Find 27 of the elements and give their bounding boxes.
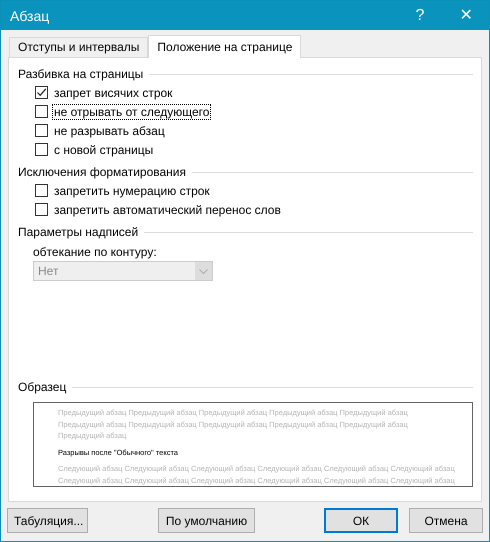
section-title: Исключения форматирования xyxy=(18,165,186,179)
checkbox-label[interactable]: с новой страницы xyxy=(52,142,156,158)
window-title: Абзац xyxy=(9,8,50,24)
checkbox[interactable] xyxy=(35,143,48,156)
help-button[interactable]: ? xyxy=(397,1,443,30)
tab[interactable]: Положение на странице xyxy=(148,35,302,58)
checkbox-label[interactable]: запретить автоматический перенос слов xyxy=(52,202,283,218)
dialog-button[interactable]: По умолчанию xyxy=(158,508,255,533)
checkbox[interactable] xyxy=(35,86,48,99)
dialog-button[interactable]: ОК xyxy=(324,508,398,533)
checkbox[interactable] xyxy=(35,105,48,118)
checkbox-label[interactable]: не отрывать от следующего xyxy=(52,104,212,120)
section-title: Разбивка на страницы xyxy=(18,67,144,81)
dialog-button[interactable]: Табуляция... xyxy=(7,508,88,533)
close-button[interactable]: ✕ xyxy=(443,1,489,30)
section-title: Параметры надписей xyxy=(18,225,138,239)
combo-label: обтекание по контуру: xyxy=(32,244,158,261)
checkbox-label[interactable]: запретить нумерацию строк xyxy=(52,182,212,198)
checkbox-label[interactable]: запрет висячих строк xyxy=(52,84,174,100)
checkbox[interactable] xyxy=(35,184,48,197)
tab[interactable]: Отступы и интервалы xyxy=(9,37,148,57)
dialog-button[interactable]: Отмена xyxy=(409,508,483,533)
checkbox[interactable] xyxy=(35,203,48,216)
chevron-down-icon xyxy=(199,268,208,274)
section-title: Образец xyxy=(18,380,66,394)
checkbox-label[interactable]: не разрывать абзац xyxy=(52,122,167,138)
checkbox[interactable] xyxy=(35,124,48,137)
